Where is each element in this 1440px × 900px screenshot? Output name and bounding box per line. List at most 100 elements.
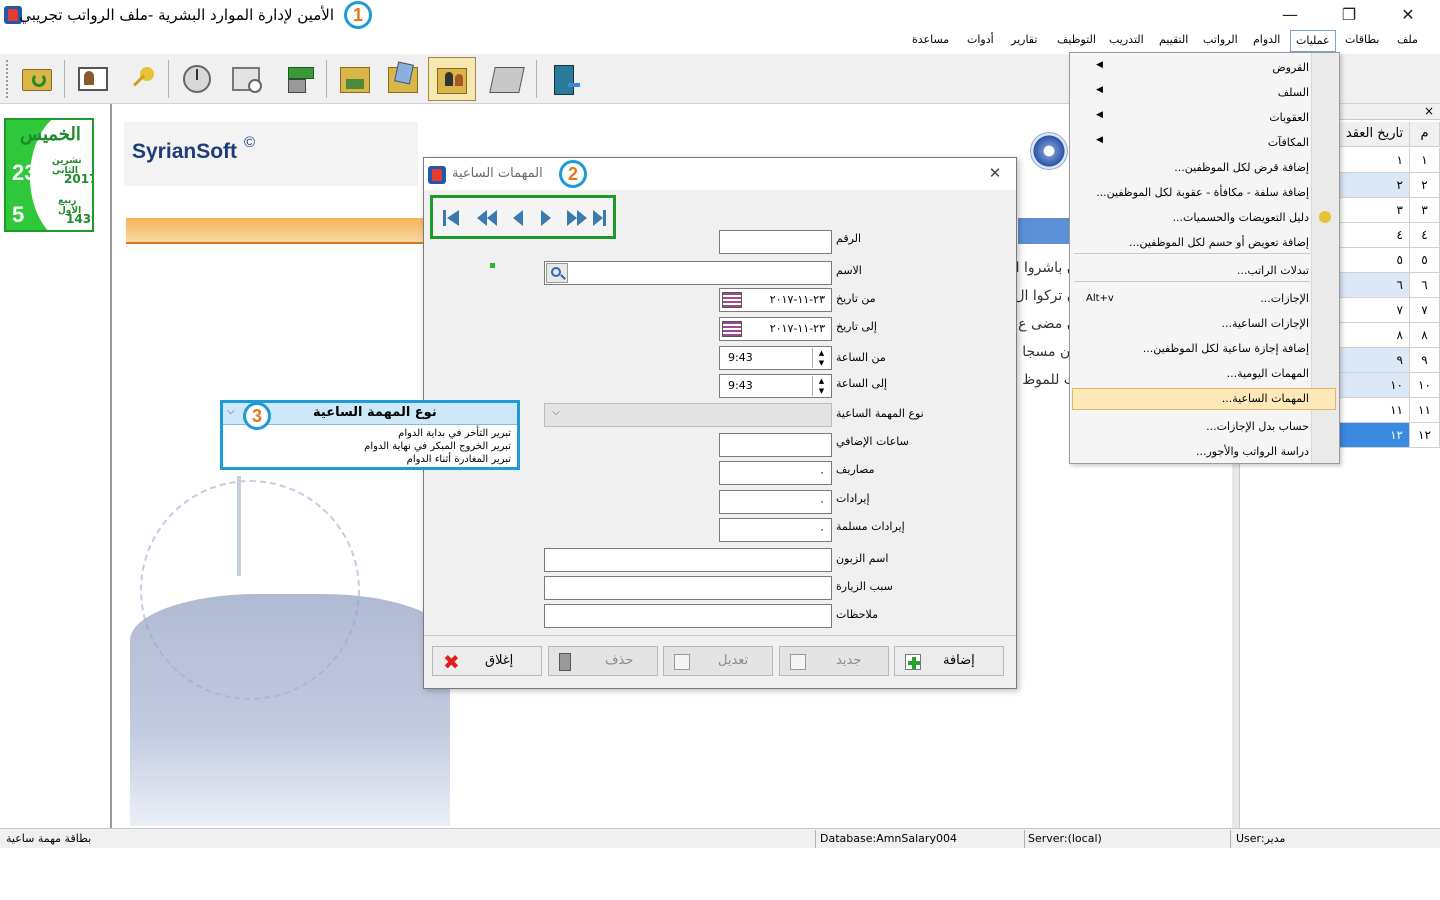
chevron-down-icon[interactable]: ⌵ <box>548 407 564 423</box>
operations-menu-item[interactable]: تبدلات الراتب... <box>1237 260 1309 282</box>
close-dialog-button[interactable]: ✖ إغلاق <box>432 646 542 676</box>
table-row[interactable]: ٨٨ <box>1340 323 1440 348</box>
table-row[interactable]: ١١ ١١ <box>1340 398 1440 423</box>
from-time-spinner[interactable]: ▲ ▼ <box>812 348 830 368</box>
chevron-down-icon[interactable]: ⌵ <box>227 406 235 417</box>
operations-menu-item[interactable]: الإجازات الساعية... <box>1221 313 1309 335</box>
menu-reports[interactable]: تقارير <box>1006 30 1042 52</box>
operations-menu-item[interactable]: المهمات اليومية... <box>1227 363 1309 385</box>
table-row[interactable]: ٤٤ <box>1340 223 1440 248</box>
open-folder-icon[interactable] <box>14 57 60 101</box>
grid-close-icon[interactable]: × <box>1424 104 1434 118</box>
money-calculator-icon[interactable] <box>278 57 324 101</box>
delete-button[interactable]: حذف <box>548 646 658 676</box>
menu-attendance[interactable]: الدوام <box>1248 30 1285 52</box>
table-row[interactable]: ٩٩ <box>1340 348 1440 373</box>
task-type-combo[interactable] <box>544 403 832 427</box>
table-row[interactable]: ٢٢ <box>1340 173 1440 198</box>
exit-door-icon[interactable] <box>542 57 588 101</box>
operations-menu-item[interactable]: إضافة قرض لكل الموظفين... <box>1174 157 1309 179</box>
menu-help[interactable]: مساعدة <box>907 30 954 52</box>
edit-button[interactable]: تعديل <box>663 646 773 676</box>
callout-1: 1 <box>344 1 372 29</box>
hourly-tasks-folder-icon[interactable] <box>428 57 476 101</box>
operations-menu-item[interactable]: حساب بدل الإجازات... <box>1206 416 1309 438</box>
operations-menu-item[interactable]: إضافة تعويض أو حسم لكل الموظفين... <box>1129 232 1309 254</box>
name-field[interactable] <box>544 261 832 285</box>
expenses-field[interactable]: ٠ <box>719 461 832 485</box>
title-bar: الأمين لإدارة الموارد البشرية -ملف الروا… <box>0 0 1440 30</box>
operations-menu-item[interactable]: العقوبات <box>1269 107 1309 129</box>
table-row[interactable]: ٦٦ <box>1340 273 1440 298</box>
operations-menu-item[interactable]: المهمات الساعية... <box>1222 388 1309 410</box>
number-field[interactable] <box>719 230 832 254</box>
menu-file[interactable]: ملف <box>1392 30 1423 52</box>
clock-icon[interactable] <box>174 57 220 101</box>
grid-cell-value: ٤ <box>1340 223 1410 247</box>
dropdown-option[interactable]: تبرير الخروج المبكر في نهاية الدوام <box>364 440 511 453</box>
dropdown-option[interactable]: تبرير التأخر في بداية الدوام <box>364 427 511 440</box>
to-time-spinner[interactable]: ▲ ▼ <box>812 376 830 396</box>
prev-record-button[interactable] <box>507 202 531 232</box>
calendar-clock-icon[interactable] <box>224 57 270 101</box>
operations-menu-item[interactable]: دليل التعويضات والحسميات... <box>1173 207 1309 229</box>
dialog-close-icon[interactable]: ✕ <box>984 164 1006 184</box>
employee-card-icon[interactable] <box>70 57 116 101</box>
documents-folder-icon[interactable] <box>380 57 426 101</box>
operations-menu-item[interactable]: المكافآت <box>1268 132 1309 154</box>
menu-recruitment[interactable]: التوظيف <box>1052 30 1101 52</box>
clock-hand-graphic <box>237 476 241 576</box>
books-folder-icon[interactable] <box>332 57 378 101</box>
restore-button[interactable]: ❐ <box>1329 0 1369 30</box>
grid-cell-num: ١ <box>1410 148 1440 172</box>
table-row[interactable]: ١٢ ١٢ <box>1340 423 1440 448</box>
menu-tools[interactable]: أدوات <box>962 30 999 52</box>
delivered-revenues-field[interactable]: ٠ <box>719 518 832 542</box>
menu-evaluation[interactable]: التقييم <box>1154 30 1193 52</box>
to-date-label: إلى تاريخ <box>836 320 877 333</box>
grid-cell-value: ١ <box>1340 148 1410 172</box>
grid-cell-num: ٢ <box>1410 173 1440 197</box>
extra-hours-field[interactable] <box>719 433 832 457</box>
menu-cards[interactable]: بطاقات <box>1340 30 1384 52</box>
last-record-button[interactable] <box>589 202 613 232</box>
operations-menu-item[interactable]: إضافة سلفة - مكافأة - عقوبة لكل الموظفين… <box>1096 182 1309 204</box>
new-button[interactable]: جديد <box>779 646 889 676</box>
to-date-calendar-icon[interactable] <box>722 321 742 337</box>
menu-salaries[interactable]: الرواتب <box>1198 30 1243 52</box>
menu-training[interactable]: التدريب <box>1104 30 1149 52</box>
minimize-button[interactable]: — <box>1270 0 1310 30</box>
grid-cell-num: ٥ <box>1410 248 1440 272</box>
operations-menu-item[interactable]: الإجازات... <box>1260 288 1309 310</box>
visit-reason-field[interactable] <box>544 576 832 600</box>
table-row[interactable]: ٧٧ <box>1340 298 1440 323</box>
table-row[interactable]: ٣٣ <box>1340 198 1440 223</box>
search-icon[interactable] <box>546 263 568 283</box>
dropdown-option[interactable]: تبرير المغادرة أثناء الدوام <box>364 453 511 466</box>
prev-page-button[interactable] <box>471 202 499 232</box>
day-name: الخميس <box>20 124 81 145</box>
operations-menu-item[interactable]: دراسة الرواتب والأجور... <box>1196 441 1309 463</box>
add-key-icon[interactable] <box>118 57 164 101</box>
operations-menu-item[interactable]: السلف <box>1278 82 1309 104</box>
close-button[interactable]: ✕ <box>1388 0 1428 30</box>
add-button[interactable]: إضافة <box>894 646 1004 676</box>
grid-header-num[interactable]: م <box>1410 122 1440 146</box>
task-type-label: نوع المهمة الساعية <box>836 407 924 420</box>
calculator-icon[interactable] <box>484 57 530 101</box>
revenues-field[interactable]: ٠ <box>719 490 832 514</box>
operations-menu-item[interactable]: القروض <box>1272 57 1309 79</box>
from-date-calendar-icon[interactable] <box>722 292 742 308</box>
table-row[interactable]: ١٠ ١٠ <box>1340 373 1440 398</box>
grid-header-date[interactable]: تاريخ العقد <box>1340 122 1410 146</box>
menu-operations[interactable]: عمليات <box>1290 30 1336 52</box>
table-row[interactable]: ٥٥ <box>1340 248 1440 273</box>
next-record-button[interactable] <box>535 202 559 232</box>
first-record-button[interactable] <box>437 202 463 232</box>
table-row[interactable]: ١١ <box>1340 148 1440 173</box>
customer-name-field[interactable] <box>544 548 832 572</box>
next-page-button[interactable] <box>561 202 589 232</box>
from-date-label: من تاريخ <box>836 292 876 305</box>
operations-menu-item[interactable]: إضافة إجازة ساعية لكل الموظفين... <box>1143 338 1309 360</box>
notes-field[interactable] <box>544 604 832 628</box>
